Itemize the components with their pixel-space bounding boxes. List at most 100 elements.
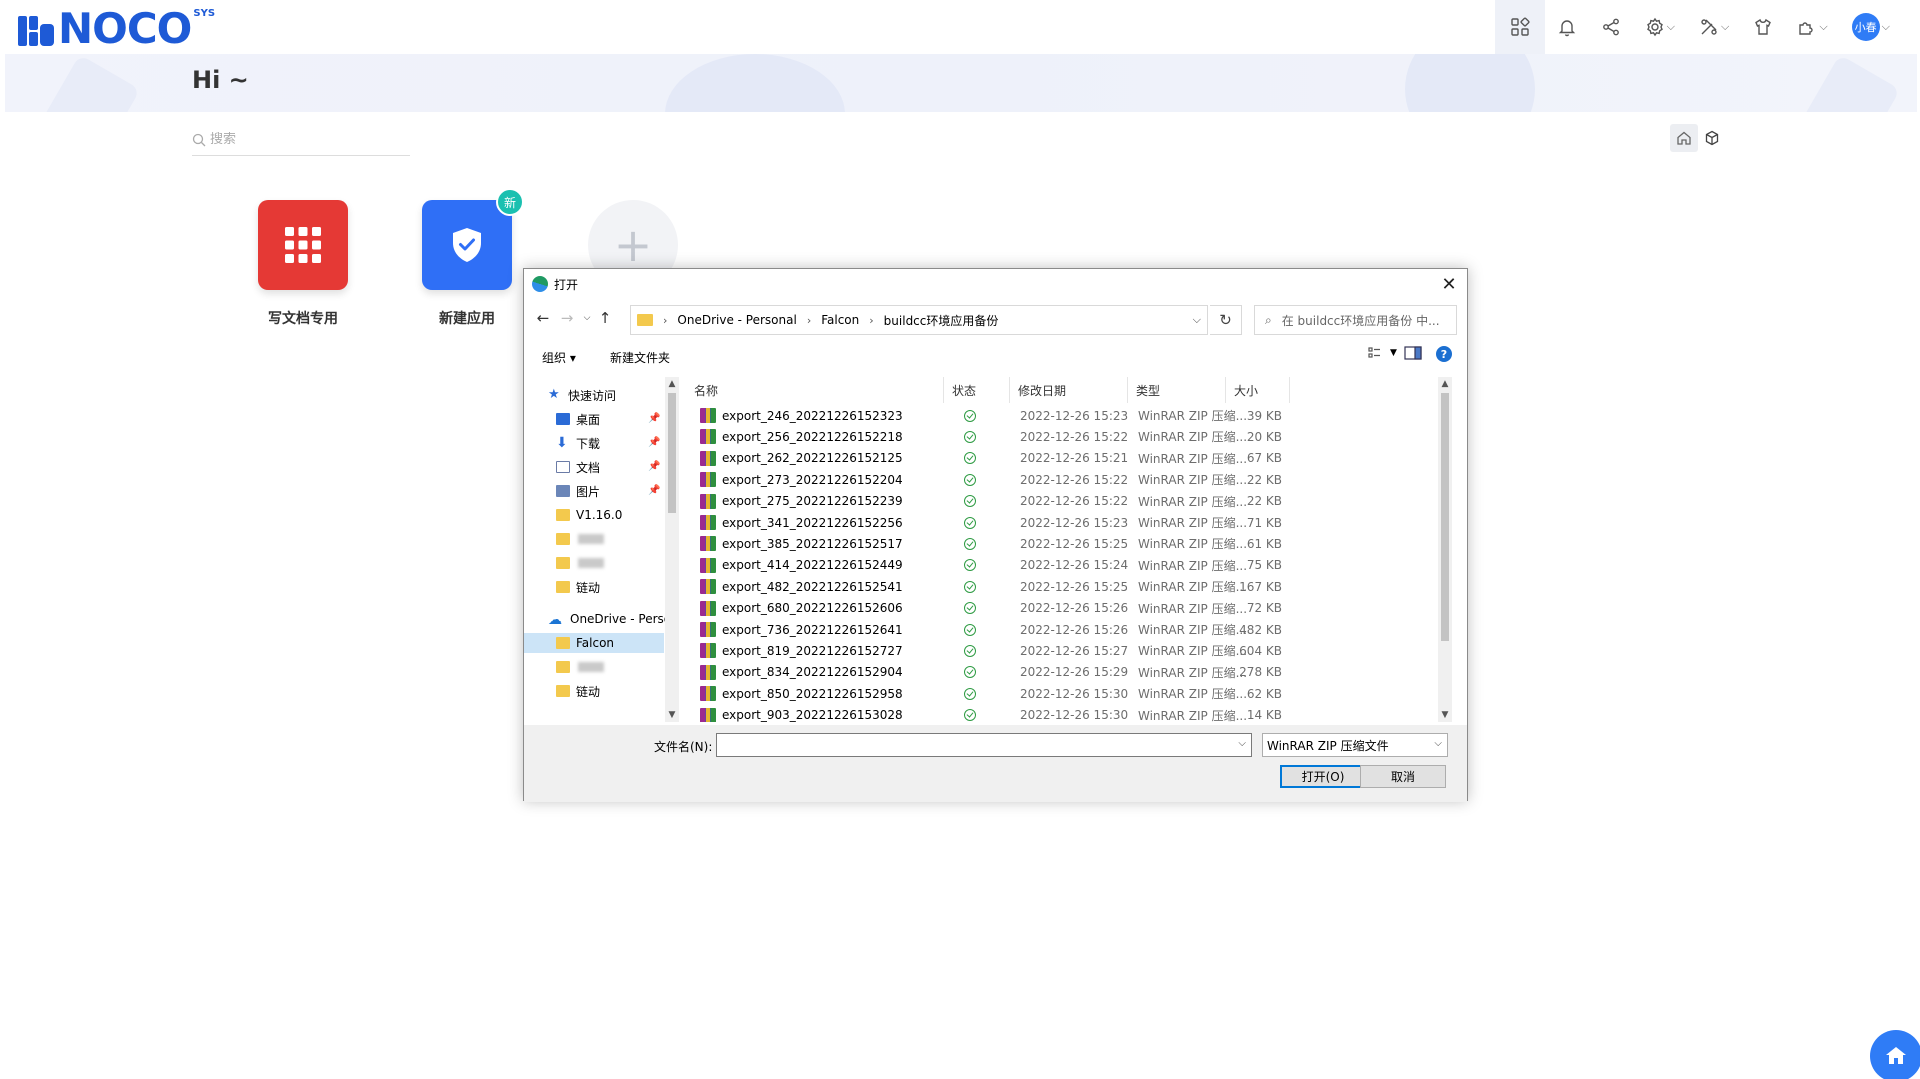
chevron-down-icon[interactable]: ⌵ [1238, 738, 1246, 749]
column-header-modified[interactable]: 修改日期 [1010, 377, 1128, 403]
nav-folder-hidden[interactable] [556, 553, 604, 573]
pin-icon: 📌 [648, 485, 661, 496]
file-row[interactable]: export_482_20221226152541 2022-12-26 15:2… [686, 576, 1452, 597]
floating-home-button[interactable] [1870, 1030, 1920, 1079]
preview-pane-button[interactable] [1404, 346, 1422, 360]
file-row[interactable]: export_256_20221226152218 2022-12-26 15:2… [686, 426, 1452, 447]
file-row[interactable]: export_903_20221226153028 2022-12-26 15:3… [686, 705, 1452, 722]
file-modified: 2022-12-26 15:22 [1020, 429, 1129, 444]
notifications-button[interactable] [1545, 0, 1589, 54]
file-row[interactable]: export_341_20221226152256 2022-12-26 15:2… [686, 512, 1452, 533]
chevron-down-icon: ⌵ [583, 313, 591, 323]
column-header-type[interactable]: 类型 [1128, 377, 1226, 403]
file-scroll-thumb[interactable] [1441, 393, 1449, 641]
home-icon [1677, 131, 1691, 145]
nav-folder-v1160[interactable]: V1.16.0 [556, 505, 622, 525]
picture-icon [556, 485, 570, 497]
up-button[interactable]: ↑ [596, 309, 614, 327]
nav-downloads[interactable]: ⬇ 下载 [556, 433, 600, 453]
new-folder-button[interactable]: 新建文件夹 [610, 349, 670, 366]
plus-icon: + [613, 218, 653, 272]
file-size: 72 KB [1246, 601, 1282, 616]
nav-label: 文档 [576, 460, 601, 475]
nav-documents[interactable]: 文档 [556, 457, 600, 477]
nav-folder-liandong[interactable]: 链动 [556, 577, 600, 597]
file-row[interactable]: export_262_20221226152125 2022-12-26 15:2… [686, 448, 1452, 469]
share-button[interactable] [1589, 0, 1633, 54]
recent-locations-button[interactable]: ⌵ [578, 309, 596, 327]
organize-menu[interactable]: 组织 ▾ [542, 349, 576, 366]
app-tile-docs[interactable]: 写文档专用 [258, 200, 348, 328]
nav-folder-hidden[interactable] [556, 529, 604, 549]
file-type: WinRAR ZIP 压缩... [1138, 644, 1248, 659]
dialog-titlebar[interactable]: 打开 ✕ [524, 269, 1467, 299]
dialog-footer: 文件名(N): ⌵ WinRAR ZIP 压缩文件 ⌵ 打开(O) 取消 [524, 725, 1467, 802]
back-button[interactable]: ← [534, 309, 552, 327]
nav-scrollbar[interactable]: ▲ ▼ [665, 377, 679, 722]
cube-view-button[interactable] [1698, 124, 1726, 152]
file-row[interactable]: export_246_20221226152323 2022-12-26 15:2… [686, 405, 1452, 426]
breadcrumb-onedrive[interactable]: OneDrive - Personal [677, 313, 796, 327]
view-options-button[interactable]: ▼ [1368, 346, 1397, 360]
folder-icon [556, 509, 570, 521]
column-header-size[interactable]: 大小 [1226, 377, 1290, 403]
cancel-button[interactable]: 取消 [1360, 765, 1446, 788]
nav-folder-falcon[interactable]: Falcon [524, 633, 664, 653]
file-row[interactable]: export_819_20221226152727 2022-12-26 15:2… [686, 640, 1452, 661]
apps-grid-button[interactable] [1494, 0, 1545, 54]
nav-quick-access[interactable]: ★ 快速访问 [548, 385, 616, 405]
file-row[interactable]: export_414_20221226152449 2022-12-26 15:2… [686, 555, 1452, 576]
home-view-button[interactable] [1670, 124, 1698, 152]
file-row[interactable]: export_385_20221226152517 2022-12-26 15:2… [686, 533, 1452, 554]
app-tile-new[interactable]: 新 新建应用 [422, 188, 524, 328]
refresh-button[interactable]: ↻ [1210, 305, 1242, 335]
file-list-scrollbar[interactable]: ▲ ▼ [1438, 377, 1452, 722]
file-row[interactable]: export_850_20221226152958 2022-12-26 15:3… [686, 683, 1452, 704]
forward-button[interactable]: → [558, 309, 576, 327]
dialog-close-button[interactable]: ✕ [1437, 272, 1461, 296]
nav-desktop[interactable]: 桌面 [556, 409, 600, 429]
file-row[interactable]: export_273_20221226152204 2022-12-26 15:2… [686, 469, 1452, 490]
column-header-name[interactable]: 名称 [686, 377, 944, 403]
file-row[interactable]: export_275_20221226152239 2022-12-26 15:2… [686, 491, 1452, 512]
nav-folder-liandong-2[interactable]: 链动 [556, 681, 600, 701]
address-bar[interactable]: › OneDrive - Personal › Falcon › buildcc… [630, 305, 1208, 335]
nav-pictures[interactable]: 图片 [556, 481, 600, 501]
filetype-select[interactable]: WinRAR ZIP 压缩文件 ⌵ [1262, 733, 1448, 757]
nav-scroll-thumb[interactable] [668, 393, 676, 513]
file-name: export_414_20221226152449 [722, 558, 903, 573]
nav-label: V1.16.0 [576, 508, 623, 522]
file-row[interactable]: export_834_20221226152904 2022-12-26 15:2… [686, 662, 1452, 683]
zip-archive-icon [700, 450, 716, 466]
file-modified: 2022-12-26 15:27 [1020, 643, 1129, 658]
search-input[interactable] [210, 132, 400, 147]
plugins-menu[interactable]: ⌵ [1785, 0, 1839, 54]
file-type: WinRAR ZIP 压缩... [1138, 687, 1248, 702]
breadcrumb-current-folder[interactable]: buildcc环境应用备份 [884, 312, 999, 329]
open-button[interactable]: 打开(O) [1280, 765, 1366, 788]
theme-button[interactable] [1741, 0, 1785, 54]
arrow-up-icon: ↑ [598, 309, 612, 327]
file-type: WinRAR ZIP 压缩... [1138, 580, 1248, 595]
nav-folder-hidden[interactable] [556, 657, 604, 677]
nav-onedrive[interactable]: ☁ OneDrive - Perso [548, 609, 671, 629]
file-size: 278 KB [1239, 665, 1282, 680]
bell-icon [1558, 20, 1575, 37]
file-row[interactable]: export_736_20221226152641 2022-12-26 15:2… [686, 619, 1452, 640]
logo-text: NOCO [58, 4, 192, 53]
file-name: export_341_20221226152256 [722, 515, 903, 530]
settings-menu[interactable]: ⌵ [1633, 0, 1687, 54]
column-header-status[interactable]: 状态 [944, 377, 1010, 403]
tools-menu[interactable]: ⌵ [1687, 0, 1741, 54]
folder-search-box[interactable]: ⌕ 在 buildcc环境应用备份 中... [1254, 305, 1457, 335]
help-button[interactable]: ? [1436, 346, 1452, 362]
filename-input[interactable]: ⌵ [716, 733, 1252, 757]
folder-icon [556, 685, 570, 697]
chevron-down-icon[interactable]: ⌵ [1193, 313, 1201, 327]
breadcrumb-falcon[interactable]: Falcon [821, 313, 859, 327]
file-row[interactable]: export_680_20221226152606 2022-12-26 15:2… [686, 598, 1452, 619]
edge-browser-icon [532, 276, 548, 292]
redacted-label [578, 534, 604, 544]
user-menu[interactable]: 小春 ⌵ [1840, 0, 1902, 54]
app-logo[interactable]: NOCO SYS [18, 4, 215, 53]
